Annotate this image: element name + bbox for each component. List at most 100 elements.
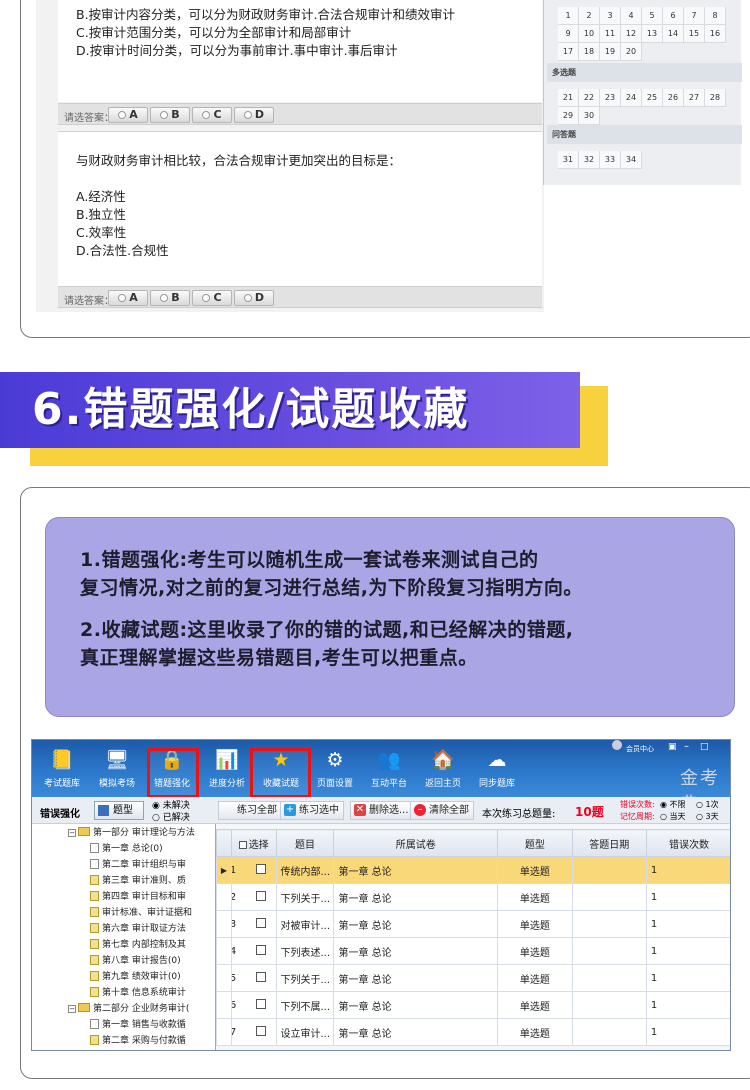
grid-cell[interactable]: 12 <box>621 25 642 43</box>
grid-cell[interactable]: 27 <box>684 89 705 107</box>
tree-item[interactable]: − 第二部分 企业财务审计( <box>68 1001 189 1017</box>
question-2-option-b: B.独立性 <box>76 207 127 222</box>
practice-all-button[interactable]: 练习全部 <box>218 801 282 820</box>
grid-cell[interactable]: 25 <box>642 89 663 107</box>
select-all-checkbox[interactable] <box>238 840 247 849</box>
tree-item[interactable]: 第三章 审计准则、质 <box>90 873 186 889</box>
answer-a-button[interactable]: A <box>108 290 148 306</box>
tree-item[interactable]: − 第一部分 审计理论与方法 <box>68 825 195 841</box>
practice-selected-button[interactable]: + 练习选中 <box>280 801 344 820</box>
grid-cell[interactable]: 32 <box>579 151 600 169</box>
tree-item[interactable]: 第二章 审计组织与审 <box>90 857 186 873</box>
radio-solved[interactable]: ○ 已解决 <box>152 810 190 823</box>
row-checkbox[interactable] <box>255 998 266 1009</box>
col-select[interactable]: 选择 <box>230 829 277 857</box>
memory-3days-radio[interactable]: ○ 3天 <box>696 811 719 822</box>
memory-cycle-label: 记忆周期: <box>620 812 655 821</box>
row-checkbox[interactable] <box>255 863 266 874</box>
tree-item[interactable]: 第二章 采购与付款循 <box>90 1033 186 1049</box>
grid-cell[interactable]: 16 <box>705 25 726 43</box>
table-row[interactable]: 5 下列关于...第一章 总论单选题 1 <box>216 964 730 992</box>
tree-item[interactable]: 第一章 总论(0) <box>90 841 163 857</box>
delete-selected-button[interactable]: ✕ 删除选... <box>350 801 414 820</box>
restore-icon[interactable]: ▣ <box>668 742 677 752</box>
toolbar-mock-exam[interactable]: 🖥 模拟考场 <box>90 746 144 796</box>
grid-cell[interactable]: 8 <box>705 7 726 25</box>
tree-item[interactable]: 第一章 销售与收款循 <box>90 1017 186 1033</box>
collapse-icon[interactable]: − <box>68 829 76 837</box>
tree-item[interactable]: 第七章 内部控制及其 <box>90 937 186 953</box>
grid-cell[interactable]: 17 <box>558 43 579 61</box>
grid-cell[interactable]: 31 <box>558 151 579 169</box>
toolbar-home[interactable]: 🏠 返回主页 <box>416 746 470 796</box>
tree-item[interactable]: 第四章 审计目标和审 <box>90 889 186 905</box>
grid-cell[interactable]: 5 <box>642 7 663 25</box>
grid-cell[interactable]: 10 <box>579 25 600 43</box>
table-row[interactable]: 6 下列不属...第一章 总论单选题 1 <box>216 991 730 1019</box>
grid-cell[interactable]: 13 <box>642 25 663 43</box>
row-checkbox[interactable] <box>255 917 266 928</box>
answer-b-button[interactable]: B <box>150 107 190 123</box>
grid-cell[interactable]: 7 <box>684 7 705 25</box>
tree-item[interactable]: 第六章 审计取证方法 <box>90 921 186 937</box>
grid-cell[interactable]: 6 <box>663 7 684 25</box>
action-bar: 练习全部 + 练习选中 ✕ 删除选... – 清除全部 本次练习总题量: 10题 错误… <box>216 797 730 824</box>
grid-cell[interactable]: 3 <box>600 7 621 25</box>
answer-c-button[interactable]: C <box>192 107 232 123</box>
answer-d-button[interactable]: D <box>234 290 274 306</box>
row-checkbox[interactable] <box>255 1025 266 1036</box>
grid-cell[interactable]: 34 <box>621 151 642 169</box>
table-row[interactable]: 2 下列关于...第一章 总论单选题 1 <box>216 883 730 911</box>
tree-item[interactable]: 审计标准、审计证据和 <box>90 905 192 921</box>
tree-item[interactable]: 第九章 绩效审计(0) <box>90 969 181 985</box>
maximize-icon[interactable]: □ <box>700 742 709 752</box>
grid-cell[interactable]: 28 <box>705 89 726 107</box>
answer-a-button[interactable]: A <box>108 107 148 123</box>
tree-item[interactable]: 第八章 审计报告(0) <box>90 953 181 969</box>
wrong-once-radio[interactable]: ○ 1次 <box>696 799 719 810</box>
table-row[interactable]: 4 下列表述...第一章 总论单选题 1 <box>216 937 730 965</box>
toolbar-interactive[interactable]: 👥 互动平台 <box>362 746 416 796</box>
grid-cell[interactable]: 19 <box>600 43 621 61</box>
grid-cell[interactable]: 4 <box>621 7 642 25</box>
grid-cell[interactable]: 14 <box>663 25 684 43</box>
grid-cell[interactable]: 9 <box>558 25 579 43</box>
tree-item[interactable]: 第十章 信息系统审计 <box>90 985 186 1001</box>
grid-cell[interactable]: 24 <box>621 89 642 107</box>
grid-cell[interactable]: 2 <box>579 7 600 25</box>
grid-cell[interactable]: 33 <box>600 151 621 169</box>
table-row[interactable]: 7 设立审计...第一章 总论单选题 1 <box>216 1018 730 1046</box>
grid-cell[interactable]: 29 <box>558 107 579 125</box>
grid-cell[interactable]: 22 <box>579 89 600 107</box>
grid-cell[interactable]: 18 <box>579 43 600 61</box>
grid-cell[interactable]: 23 <box>600 89 621 107</box>
grid-cell[interactable]: 20 <box>621 43 642 61</box>
grid-cell[interactable]: 11 <box>600 25 621 43</box>
collapse-icon[interactable]: − <box>68 1005 76 1013</box>
table-row[interactable]: 3 对被审计...第一章 总论单选题 1 <box>216 910 730 938</box>
table-row[interactable]: ▶1传统内部...第一章 总论单选题1 <box>216 856 730 884</box>
row-number-text: 1 <box>232 865 236 876</box>
minimize-icon[interactable]: – <box>684 741 689 752</box>
wrong-unlimited-radio[interactable]: ◉ 不限 <box>660 799 686 810</box>
answer-c-button[interactable]: C <box>192 290 232 306</box>
type-button[interactable]: 题型 <box>94 801 144 820</box>
grid-cell[interactable]: 15 <box>684 25 705 43</box>
clear-all-button[interactable]: – 清除全部 <box>410 801 474 820</box>
toolbar-sync[interactable]: ☁ 同步题库 <box>470 746 524 796</box>
grid-cell[interactable]: 1 <box>558 7 579 25</box>
memory-today-radio[interactable]: ○ 当天 <box>660 811 686 822</box>
row-checkbox[interactable] <box>255 890 266 901</box>
row-checkbox[interactable] <box>255 944 266 955</box>
grid-cell[interactable]: 21 <box>558 89 579 107</box>
member-center-link[interactable]: 会员中心 <box>626 744 654 754</box>
toolbar-progress[interactable]: 📊 进度分析 <box>200 746 254 796</box>
grid-cell[interactable]: 26 <box>663 89 684 107</box>
row-checkbox[interactable] <box>255 971 266 982</box>
toolbar-exam-bank[interactable]: 📒 考试题库 <box>35 746 89 796</box>
toolbar-page-settings[interactable]: ⚙ 页面设置 <box>308 746 362 796</box>
answer-b-button[interactable]: B <box>150 290 190 306</box>
desc-para1-line2: 复习情况,对之前的复习进行总结,为下阶段复习指明方向。 <box>80 577 583 599</box>
answer-d-button[interactable]: D <box>234 107 274 123</box>
grid-cell[interactable]: 30 <box>579 107 600 125</box>
